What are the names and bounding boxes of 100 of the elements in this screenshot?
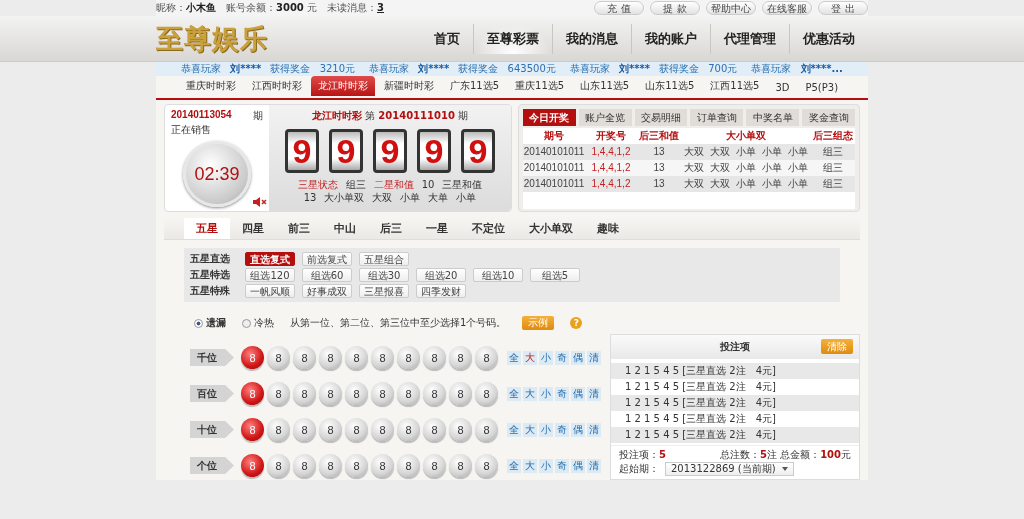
nav-item[interactable]: 优惠活动 <box>789 23 868 54</box>
play-option[interactable]: 五星组合 <box>359 252 409 266</box>
radio-dot[interactable] <box>194 318 203 328</box>
top-button[interactable]: 提 款 <box>650 1 700 15</box>
quick-pick-button[interactable]: 奇 <box>555 350 569 365</box>
quick-pick-button[interactable]: 全 <box>507 386 521 401</box>
results-tab[interactable]: 交易明细 <box>634 109 688 126</box>
number-ball[interactable]: 8 <box>397 454 420 477</box>
number-ball[interactable]: 8 <box>319 418 342 441</box>
play-tab[interactable]: 前三 <box>276 218 322 239</box>
top-button[interactable]: 在线客服 <box>762 1 812 15</box>
quick-pick-button[interactable]: 奇 <box>555 458 569 473</box>
number-ball[interactable]: 8 <box>241 346 264 369</box>
number-ball[interactable]: 8 <box>241 418 264 441</box>
start-issue-select[interactable]: 2013122869 (当前期) <box>665 462 794 476</box>
number-ball[interactable]: 8 <box>423 418 446 441</box>
mode-radio[interactable]: 冷热 <box>242 316 274 330</box>
play-tab[interactable]: 中山 <box>322 218 368 239</box>
number-ball[interactable]: 8 <box>267 418 290 441</box>
lottery-tab[interactable]: 重庆11选5 <box>508 76 572 96</box>
play-option[interactable]: 组选20 <box>416 268 466 282</box>
quick-pick-button[interactable]: 大 <box>523 350 537 365</box>
number-ball[interactable]: 8 <box>371 454 394 477</box>
number-ball[interactable]: 8 <box>293 418 316 441</box>
lottery-tab[interactable]: 龙江时时彩 <box>310 76 375 96</box>
quick-pick-button[interactable]: 偶 <box>571 386 585 401</box>
lottery-tab[interactable]: 江西时时彩 <box>244 76 309 96</box>
number-ball[interactable]: 8 <box>293 454 316 477</box>
number-ball[interactable]: 8 <box>475 418 498 441</box>
nav-item[interactable]: 我的账户 <box>631 23 710 54</box>
top-button[interactable]: 登 出 <box>818 1 868 15</box>
quick-pick-button[interactable]: 小 <box>539 350 553 365</box>
play-tab[interactable]: 趣味 <box>585 218 631 239</box>
lottery-tab[interactable]: 3D <box>768 79 797 96</box>
number-ball[interactable]: 8 <box>449 382 472 405</box>
number-ball[interactable]: 8 <box>345 346 368 369</box>
quick-pick-button[interactable]: 奇 <box>555 422 569 437</box>
top-button[interactable]: 帮助中心 <box>706 1 756 15</box>
quick-pick-button[interactable]: 大 <box>523 458 537 473</box>
results-tab[interactable]: 中奖名单 <box>746 109 800 126</box>
quick-pick-button[interactable]: 小 <box>539 386 553 401</box>
lottery-tab[interactable]: 重庆时时彩 <box>178 76 243 96</box>
number-ball[interactable]: 8 <box>345 418 368 441</box>
quick-pick-button[interactable]: 偶 <box>571 458 585 473</box>
quick-pick-button[interactable]: 清 <box>587 386 601 401</box>
number-ball[interactable]: 8 <box>475 382 498 405</box>
play-tab[interactable]: 四星 <box>230 218 276 239</box>
number-ball[interactable]: 8 <box>319 382 342 405</box>
quick-pick-button[interactable]: 大 <box>523 422 537 437</box>
play-tab[interactable]: 一星 <box>414 218 460 239</box>
play-option[interactable]: 好事成双 <box>302 284 352 298</box>
quick-pick-button[interactable]: 清 <box>587 422 601 437</box>
lottery-tab[interactable]: 山东11选5 <box>638 76 702 96</box>
play-option[interactable]: 组选10 <box>473 268 523 282</box>
nav-item[interactable]: 代理管理 <box>710 23 789 54</box>
quick-pick-button[interactable]: 大 <box>523 386 537 401</box>
lottery-tab[interactable]: 山东11选5 <box>573 76 637 96</box>
mode-radio[interactable]: 遗漏 <box>194 316 226 330</box>
number-ball[interactable]: 8 <box>475 454 498 477</box>
number-ball[interactable]: 8 <box>293 346 316 369</box>
number-ball[interactable]: 8 <box>397 382 420 405</box>
results-tab[interactable]: 订单查询 <box>690 109 744 126</box>
number-ball[interactable]: 8 <box>319 346 342 369</box>
quick-pick-button[interactable]: 小 <box>539 458 553 473</box>
play-tab[interactable]: 不定位 <box>460 218 517 239</box>
lottery-tab[interactable]: 新疆时时彩 <box>376 76 441 96</box>
play-option[interactable]: 四季发财 <box>416 284 466 298</box>
number-ball[interactable]: 8 <box>475 346 498 369</box>
mute-icon[interactable] <box>253 197 267 207</box>
nav-item[interactable]: 首页 <box>421 23 473 54</box>
quick-pick-button[interactable]: 清 <box>587 350 601 365</box>
number-ball[interactable]: 8 <box>267 382 290 405</box>
play-tab[interactable]: 大小单双 <box>517 218 585 239</box>
play-option[interactable]: 组选30 <box>359 268 409 282</box>
number-ball[interactable]: 8 <box>423 454 446 477</box>
number-ball[interactable]: 8 <box>449 418 472 441</box>
number-ball[interactable]: 8 <box>397 346 420 369</box>
results-tab[interactable]: 账户全览 <box>578 109 632 126</box>
play-option[interactable]: 组选60 <box>302 268 352 282</box>
number-ball[interactable]: 8 <box>449 346 472 369</box>
number-ball[interactable]: 8 <box>371 418 394 441</box>
play-option[interactable]: 一帆风顺 <box>245 284 295 298</box>
lottery-tab[interactable]: 江西11选5 <box>703 76 767 96</box>
number-ball[interactable]: 8 <box>449 454 472 477</box>
number-ball[interactable]: 8 <box>371 382 394 405</box>
number-ball[interactable]: 8 <box>397 418 420 441</box>
results-tab[interactable]: 今日开奖 <box>523 109 576 126</box>
number-ball[interactable]: 8 <box>293 382 316 405</box>
quick-pick-button[interactable]: 全 <box>507 458 521 473</box>
quick-pick-button[interactable]: 全 <box>507 350 521 365</box>
number-ball[interactable]: 8 <box>267 454 290 477</box>
number-ball[interactable]: 8 <box>423 382 446 405</box>
top-button[interactable]: 充 值 <box>594 1 644 15</box>
quick-pick-button[interactable]: 清 <box>587 458 601 473</box>
quick-pick-button[interactable]: 全 <box>507 422 521 437</box>
number-ball[interactable]: 8 <box>371 346 394 369</box>
play-option[interactable]: 直选复式 <box>245 252 295 266</box>
play-option[interactable]: 三星报喜 <box>359 284 409 298</box>
lottery-tab[interactable]: 广东11选5 <box>442 76 507 96</box>
number-ball[interactable]: 8 <box>241 454 264 477</box>
